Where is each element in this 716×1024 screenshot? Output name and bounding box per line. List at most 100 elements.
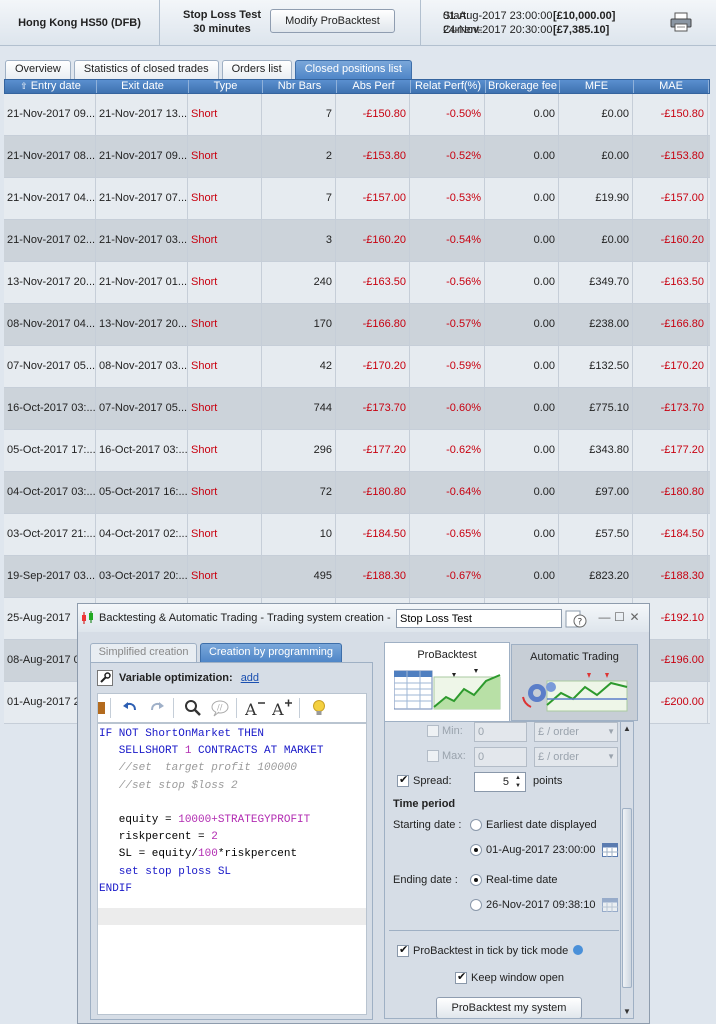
automatic-trading-mode-card[interactable]: Automatic Trading [511,644,638,721]
probacktest-chart-icon [394,669,501,710]
table-row[interactable]: 19-Sep-2017 03... 03-Oct-2017 20:... Short… [4,556,710,598]
table-cell: 0.00 [485,262,559,303]
table-cell: 04-Oct-2017 02:... [96,514,188,555]
column-header[interactable]: Type [189,80,263,93]
tab-creation-by-programming[interactable]: Creation by programming [200,643,342,662]
table-cell: 21-Nov-2017 01... [96,262,188,303]
table-cell: Short [188,178,262,219]
earliest-date-radio[interactable] [470,819,482,831]
code-token: SELLSHORT [99,745,185,758]
scroll-up-icon[interactable]: ▲ [621,722,633,735]
table-row[interactable]: 21-Nov-2017 08... 21-Nov-2017 09... Short 2… [4,136,710,178]
undo-icon[interactable] [118,697,142,719]
clipboard-icon[interactable] [98,697,106,719]
probacktest-mode-card[interactable]: ProBacktest [384,642,510,721]
column-header[interactable]: ⇧ Entry date [5,80,97,93]
table-cell: 0.00 [485,94,559,135]
table-cell: Short [188,304,262,345]
tab-overview[interactable]: Overview [5,60,71,79]
printer-icon[interactable] [670,12,692,32]
scroll-down-icon[interactable]: ▼ [621,1005,633,1018]
system-name-input[interactable] [396,609,562,628]
column-header[interactable]: Exit date [97,80,189,93]
starting-date-label: Starting date : [393,819,462,831]
table-row[interactable]: 21-Nov-2017 02... 21-Nov-2017 03... Short 3… [4,220,710,262]
spread-stepper[interactable]: 5 ▲ ▼ [474,772,526,792]
table-cell: -£163.50 [633,262,708,303]
close-icon[interactable]: ✕ [628,610,641,624]
info-icon[interactable] [573,945,584,955]
strategy-title: Stop Loss Test [182,9,262,21]
add-variable-link[interactable]: add [241,672,259,684]
column-header[interactable]: Brokerage fee [486,80,560,93]
tab-statistics[interactable]: Statistics of closed trades [73,60,219,79]
max-value-field[interactable]: 0 [474,747,527,767]
end-date-radio[interactable] [470,899,482,911]
min-unit-value: £ / order [538,726,579,738]
calendar-icon[interactable] [602,843,618,857]
table-cell: £57.50 [559,514,633,555]
table-row[interactable]: 03-Oct-2017 21:... 04-Oct-2017 02:... Shor… [4,514,710,556]
keep-window-open-checkbox[interactable] [455,970,467,984]
table-cell: 03-Oct-2017 20:... [96,556,188,597]
min-unit-dropdown[interactable]: £ / order ▼ [534,722,618,742]
window-controls: — ☐ ✕ [598,610,643,624]
automatic-trading-icon [522,673,628,712]
editor-toolbar: // A A [97,693,367,723]
table-cell: -£160.20 [633,220,708,261]
scroll-thumb[interactable] [622,808,632,988]
table-cell: £132.50 [559,346,633,387]
tab-closed-positions[interactable]: Closed positions list [294,60,412,79]
decrease-font-icon[interactable]: A [244,697,268,719]
code-token: 2 [211,831,218,844]
min-checkbox[interactable] [427,725,439,737]
minimize-icon[interactable]: — [598,610,611,624]
table-cell: £0.00 [559,136,633,177]
header-divider [420,0,421,46]
table-cell: -£173.70 [336,388,410,429]
realtime-date-radio[interactable] [470,874,482,886]
increase-font-icon[interactable]: A [271,697,295,719]
code-editor[interactable]: IF NOT ShortOnMarket THEN SELLSHORT 1 CO… [97,723,367,1015]
table-header: ⇧ Entry date Exit date Type Nbr Bars Abs Perf… [4,79,710,94]
column-header[interactable]: MFE [560,80,634,93]
table-row[interactable]: 21-Nov-2017 09... 21-Nov-2017 13... Short 7… [4,94,710,136]
tick-mode-checkbox[interactable] [397,943,409,957]
start-date-radio[interactable] [470,844,482,856]
table-row[interactable]: 04-Oct-2017 03:... 05-Oct-2017 16:... Shor… [4,472,710,514]
redo-icon[interactable] [145,697,169,719]
table-row[interactable]: 05-Oct-2017 17:... 16-Oct-2017 03:... Shor… [4,430,710,472]
column-header[interactable]: Nbr Bars [263,80,337,93]
code-token: CONTRACTS AT MARKET [191,745,324,758]
column-header-label: Entry date [30,80,81,92]
table-row[interactable]: 07-Nov-2017 05... 08-Nov-2017 03... Short 4… [4,346,710,388]
min-value-field[interactable]: 0 [474,722,527,742]
help-icon[interactable]: ? [565,609,587,629]
max-checkbox[interactable] [427,750,439,762]
column-header[interactable]: MAE [634,80,709,93]
dialog-titlebar[interactable]: Backtesting & Automatic Trading - Tradin… [78,604,649,632]
spread-label: Spread: [413,775,452,787]
comment-icon[interactable]: // [208,697,232,719]
search-icon[interactable] [181,697,205,719]
calendar-icon[interactable] [602,898,618,912]
probacktest-my-system-button[interactable]: ProBacktest my system [436,997,582,1018]
column-header-label: Relat Perf(%) [414,80,482,92]
tab-orders-list[interactable]: Orders list [221,60,292,79]
column-header[interactable]: Abs Perf [337,80,411,93]
table-cell: -£150.80 [633,94,708,135]
spread-checkbox[interactable] [397,773,409,787]
table-row[interactable]: 16-Oct-2017 03:... 07-Nov-2017 05... Short… [4,388,710,430]
table-row[interactable]: 21-Nov-2017 04... 21-Nov-2017 07... Short 7… [4,178,710,220]
table-cell: 21-Nov-2017 04... [4,178,96,219]
modify-probacktest-button[interactable]: Modify ProBacktest [270,9,395,33]
settings-scrollbar[interactable]: ▲ ▼ [620,721,634,1019]
max-unit-dropdown[interactable]: £ / order ▼ [534,747,618,767]
stepper-arrows-icon[interactable]: ▲ ▼ [512,774,524,790]
lightbulb-icon[interactable] [307,697,331,719]
tab-simplified-creation[interactable]: Simplified creation [90,643,197,662]
table-row[interactable]: 08-Nov-2017 04... 13-Nov-2017 20... Short 1… [4,304,710,346]
table-row[interactable]: 13-Nov-2017 20... 21-Nov-2017 01... Short 2… [4,262,710,304]
maximize-icon[interactable]: ☐ [613,610,626,624]
column-header[interactable]: Relat Perf(%) [411,80,486,93]
